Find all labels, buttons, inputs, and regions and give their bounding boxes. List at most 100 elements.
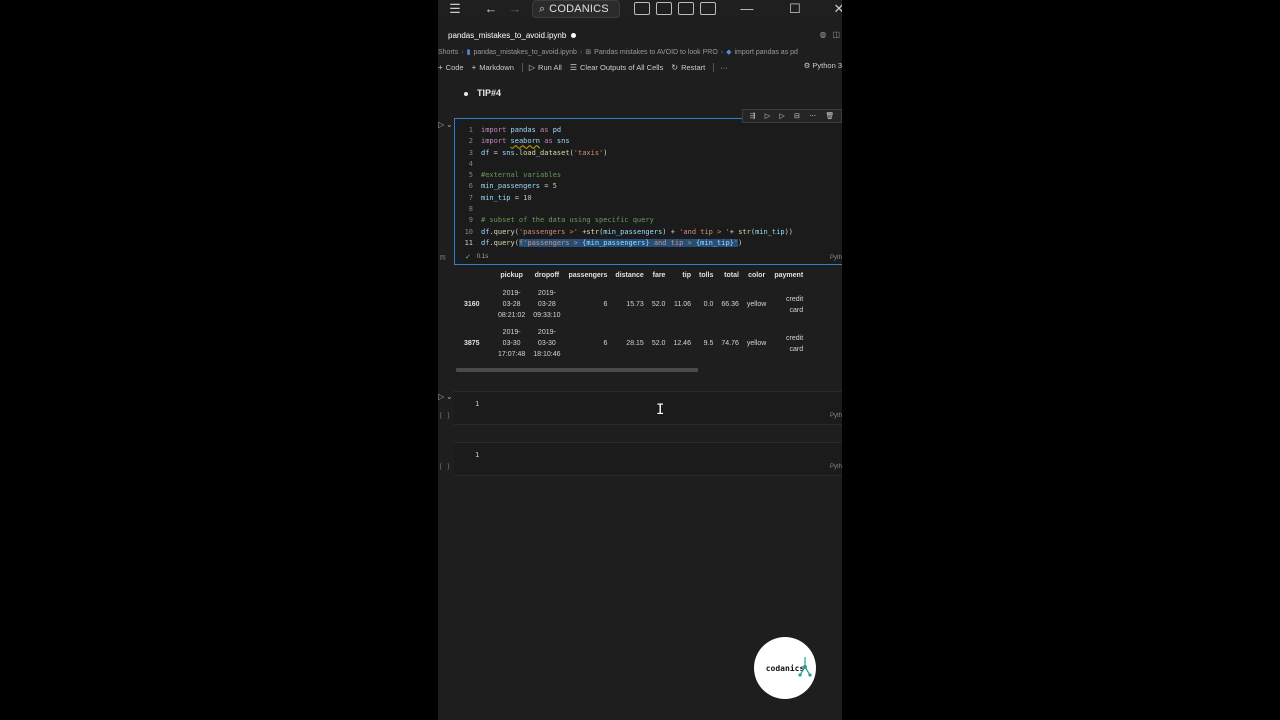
column-header: passengers bbox=[568, 272, 608, 279]
line-number: 2 bbox=[468, 137, 473, 146]
add-markdown-label: Markdown bbox=[479, 62, 514, 72]
settings-icon[interactable]: ◍ bbox=[819, 30, 826, 39]
line-number: 11 bbox=[464, 238, 473, 247]
cell-line: 08:21:02 bbox=[498, 312, 526, 319]
cell-language[interactable]: Pyth bbox=[830, 413, 842, 419]
customize-layout-icon[interactable] bbox=[700, 2, 716, 15]
hamburger-icon[interactable]: ☰ bbox=[446, 0, 464, 18]
cell-tolls: 9.5 bbox=[703, 340, 714, 347]
tab-actions: ◍ ◫ bbox=[819, 30, 840, 39]
row-index: 3160 bbox=[464, 301, 480, 308]
command-center-search[interactable]: ⌕ CODANICS bbox=[532, 0, 620, 18]
cell-line: credit bbox=[786, 334, 804, 342]
minimize-icon[interactable]: — bbox=[740, 0, 754, 18]
cell-pickup: 2019- 03-28 08:21:02 bbox=[494, 285, 529, 324]
cell-total: 66.36 bbox=[721, 301, 739, 308]
cell-line: 03-30 bbox=[502, 340, 521, 347]
restart-icon: ↻ bbox=[671, 62, 679, 72]
cell-language[interactable]: Pyth bbox=[830, 255, 842, 261]
notebook-file-icon: ▮ bbox=[466, 49, 471, 56]
codanics-logo: codanics bbox=[754, 637, 816, 699]
breadcrumb-item[interactable]: pandas_mistakes_to_avoid.ipynb bbox=[473, 49, 577, 56]
cell-passengers: 6 bbox=[603, 301, 608, 308]
editor-tab-bar: pandas_mistakes_to_avoid.ipynb ◍ ◫ bbox=[438, 28, 842, 44]
cell-payment: credit card bbox=[770, 324, 807, 363]
split-cell-icon[interactable]: ⊟ bbox=[794, 112, 800, 120]
toggle-primary-sidebar-icon[interactable] bbox=[634, 2, 650, 15]
plus-icon: + bbox=[438, 62, 443, 72]
line-number: 1 bbox=[475, 400, 480, 408]
line-number: 8 bbox=[468, 205, 473, 214]
column-header: dropoff bbox=[534, 272, 560, 279]
plus-icon: + bbox=[471, 62, 477, 72]
execution-time: 0.1s bbox=[476, 254, 489, 260]
markdown-cell[interactable]: TIP#4 bbox=[464, 88, 501, 98]
toolbar-divider bbox=[521, 62, 523, 72]
kernel-picker[interactable]: ⚙ Python 3 bbox=[804, 61, 842, 70]
back-arrow-icon[interactable]: ← bbox=[484, 0, 498, 18]
cell-language[interactable]: Pyth bbox=[830, 464, 842, 470]
run-by-line-icon[interactable]: ⇶ bbox=[750, 112, 756, 120]
code-line: 9 # subset of the data using specific que… bbox=[455, 215, 793, 226]
empty-code-cell[interactable]: 1 Pyth bbox=[454, 391, 842, 425]
bullet-icon bbox=[464, 91, 468, 96]
success-check-icon: ✓ bbox=[465, 254, 471, 261]
run-cell-icon[interactable]: ▷ bbox=[438, 392, 444, 401]
split-editor-icon[interactable]: ◫ bbox=[832, 30, 840, 39]
toggle-secondary-sidebar-icon[interactable] bbox=[678, 2, 694, 15]
column-header: fare bbox=[652, 272, 666, 279]
toggle-panel-icon[interactable] bbox=[656, 2, 672, 15]
code-line: 1 import pandas as pd bbox=[455, 125, 793, 136]
execute-below-icon[interactable]: ▷ bbox=[779, 112, 784, 120]
cell-line: credit bbox=[786, 295, 804, 303]
output-horizontal-scrollbar[interactable] bbox=[456, 368, 698, 372]
cell-line: 2019- bbox=[502, 290, 521, 297]
forward-arrow-icon[interactable]: → bbox=[508, 0, 522, 18]
restart-button[interactable]: ↻ Restart bbox=[671, 63, 705, 72]
empty-code-cell[interactable]: 1 Pyth bbox=[454, 442, 842, 476]
toolbar-divider bbox=[713, 62, 715, 72]
tab-label: pandas_mistakes_to_avoid.ipynb bbox=[448, 31, 567, 40]
chevron-down-icon[interactable]: ⌄ bbox=[446, 120, 453, 129]
cell-distance: 28.15 bbox=[626, 340, 644, 347]
cell-line: 2019- bbox=[502, 329, 521, 336]
close-icon[interactable]: ✕ bbox=[832, 0, 842, 18]
add-code-button[interactable]: + Code bbox=[438, 63, 464, 72]
tab-notebook[interactable]: pandas_mistakes_to_avoid.ipynb bbox=[438, 28, 585, 44]
line-number: 5 bbox=[468, 171, 473, 180]
breadcrumb-item[interactable]: Pandas mistakes to AVOID to look PRO bbox=[594, 49, 718, 56]
clear-outputs-label: Clear Outputs of All Cells bbox=[579, 62, 664, 72]
cell-color: yellow bbox=[746, 301, 767, 308]
cell-line: 2019- bbox=[537, 290, 556, 297]
cell-distance: 15.73 bbox=[626, 301, 644, 308]
code-editor[interactable]: 1 import pandas as pd 2 import seaborn as … bbox=[455, 125, 793, 249]
cell-total: 74.76 bbox=[721, 340, 739, 347]
breadcrumb-item[interactable]: import pandas as pd bbox=[735, 49, 798, 56]
delete-cell-icon[interactable]: 🗑 bbox=[825, 112, 834, 120]
layout-controls bbox=[634, 2, 716, 15]
code-cell[interactable]: ⇶ ▷ ▷ ⊟ ⋯ 🗑 1 import pandas as pd 2 import… bbox=[454, 109, 842, 265]
execution-count: [ ] bbox=[440, 464, 452, 470]
more-actions-button[interactable]: ··· bbox=[720, 63, 728, 72]
more-icon[interactable]: ⋯ bbox=[809, 112, 816, 120]
line-number: 3 bbox=[468, 148, 473, 157]
run-cell-icon[interactable]: ▷ bbox=[438, 120, 444, 129]
run-all-button[interactable]: ▷ Run All bbox=[529, 63, 562, 72]
clear-outputs-button[interactable]: ☰ Clear Outputs of All Cells bbox=[570, 63, 664, 72]
breadcrumb-item[interactable]: Shorts bbox=[438, 49, 458, 56]
execute-above-icon[interactable]: ▷ bbox=[765, 112, 770, 120]
chevron-down-icon[interactable]: ⌄ bbox=[446, 392, 453, 401]
execution-status: ✓ 0.1s bbox=[465, 253, 488, 261]
code-line: 3 df = sns.load_dataset('taxis') bbox=[455, 148, 793, 159]
vscode-window: ☰ ← → ⌕ CODANICS — ☐ ✕ pandas_mistakes_t… bbox=[438, 0, 842, 720]
cell-toolbar: ⇶ ▷ ▷ ⊟ ⋯ 🗑 bbox=[742, 109, 842, 123]
maximize-icon[interactable]: ☐ bbox=[788, 0, 802, 18]
markdown-heading-icon: ⊞ bbox=[585, 49, 592, 56]
add-code-label: Code bbox=[445, 62, 464, 72]
column-header: total bbox=[724, 272, 739, 279]
cell-line: card bbox=[789, 306, 804, 314]
add-markdown-button[interactable]: + Markdown bbox=[472, 63, 514, 72]
code-line: 6 min_passengers = 5 bbox=[455, 181, 793, 192]
cell-tolls: 0.0 bbox=[703, 301, 714, 308]
unsaved-dot-icon[interactable] bbox=[571, 33, 577, 38]
